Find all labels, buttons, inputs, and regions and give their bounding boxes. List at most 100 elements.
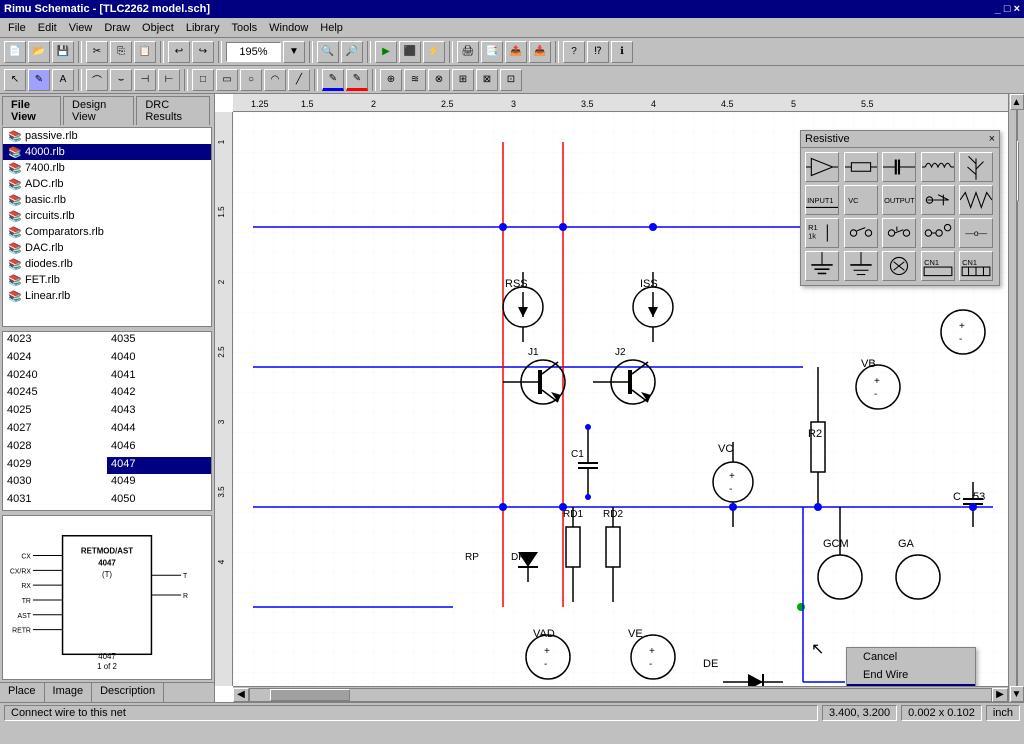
close-btn[interactable]: × <box>1014 3 1020 15</box>
menu-library[interactable]: Library <box>180 18 226 37</box>
menu-window[interactable]: Window <box>263 18 314 37</box>
tree-adc[interactable]: 📚 ADC.rlb <box>3 176 211 192</box>
scroll-up-btn[interactable]: ▲ <box>1010 94 1024 110</box>
rect-btn[interactable]: □ <box>192 69 214 91</box>
paste-btn[interactable]: 📋 <box>134 41 156 63</box>
res-gnd1[interactable] <box>805 251 839 281</box>
scroll-down-btn[interactable]: ▼ <box>1010 686 1024 702</box>
menu-help[interactable]: Help <box>314 18 349 37</box>
tree-basic[interactable]: 📚 basic.rlb <box>3 192 211 208</box>
resistive-close[interactable]: × <box>989 133 995 145</box>
res-sw4[interactable]: —o— <box>959 218 993 248</box>
part-4040[interactable]: 4040 <box>107 350 211 368</box>
part-4027[interactable]: 4027 <box>3 421 107 439</box>
ctx-connect-wire[interactable]: Connect Wire To ▶ <box>847 684 975 686</box>
schematic-canvas[interactable]: 1.25 1.5 2 2.5 3 3.5 4 4.5 5 5.5 1 1.5 2… <box>215 94 1008 702</box>
part-4031[interactable]: 4031 <box>3 492 107 510</box>
part-4041[interactable]: 4041 <box>107 368 211 386</box>
zoom-in-btn[interactable]: 🔍 <box>317 41 339 63</box>
tree-circuits[interactable]: 📚 circuits.rlb <box>3 208 211 224</box>
text-btn[interactable]: A <box>52 69 74 91</box>
tree-fet[interactable]: 📚 FET.rlb <box>3 272 211 288</box>
print2-btn[interactable]: 📑 <box>481 41 503 63</box>
tab-description[interactable]: Description <box>92 683 164 702</box>
h-scrollbar[interactable]: ◀ ▶ <box>233 686 1008 702</box>
res-input1[interactable]: INPUT1 <box>805 185 839 215</box>
part-4029[interactable]: 4029 <box>3 457 107 475</box>
part-4042[interactable]: 4042 <box>107 385 211 403</box>
sim-btn[interactable]: ⚡ <box>423 41 445 63</box>
part-4024[interactable]: 4024 <box>3 350 107 368</box>
select-btn[interactable]: ↖ <box>4 69 26 91</box>
res-cap-horiz[interactable] <box>882 152 916 182</box>
part-4023[interactable]: 4023 <box>3 332 107 350</box>
open-btn[interactable]: 📂 <box>28 41 50 63</box>
help3-btn[interactable]: ℹ <box>611 41 633 63</box>
help1-btn[interactable]: ? <box>563 41 585 63</box>
zoom-display[interactable]: 195% <box>226 42 281 62</box>
res-zigzag[interactable] <box>959 185 993 215</box>
line-btn[interactable]: ╱ <box>288 69 310 91</box>
tab-file-view[interactable]: File View <box>2 96 61 126</box>
part-4043[interactable]: 4043 <box>107 403 211 421</box>
res-bulb[interactable] <box>882 251 916 281</box>
import-btn[interactable]: 📥 <box>529 41 551 63</box>
roundrect-btn[interactable]: ▭ <box>216 69 238 91</box>
res-vc[interactable]: VC <box>844 185 878 215</box>
menu-view[interactable]: View <box>63 18 99 37</box>
res-inductor[interactable] <box>921 152 955 182</box>
tab-drc-results[interactable]: DRC Results <box>136 96 210 125</box>
tree-diodes[interactable]: 📚 diodes.rlb <box>3 256 211 272</box>
res-sw2[interactable] <box>882 218 916 248</box>
tab-image[interactable]: Image <box>45 683 93 702</box>
menu-edit[interactable]: Edit <box>32 18 63 37</box>
tree-comparators[interactable]: 📚 Comparators.rlb <box>3 224 211 240</box>
net-btn[interactable]: ⊢ <box>158 69 180 91</box>
new-btn[interactable]: 📄 <box>4 41 26 63</box>
maximize-btn[interactable]: □ <box>1004 3 1011 15</box>
scroll-left-btn[interactable]: ◀ <box>233 688 249 702</box>
res-gnd2[interactable] <box>844 251 878 281</box>
pin-btn[interactable]: ⊣ <box>134 69 156 91</box>
zoom-dropdown[interactable]: ▼ <box>283 41 305 63</box>
menu-object[interactable]: Object <box>136 18 180 37</box>
zoom-out-btn[interactable]: 🔎 <box>341 41 363 63</box>
res-sw1[interactable] <box>844 218 878 248</box>
print-btn[interactable]: 🖨 <box>457 41 479 63</box>
tree-linear[interactable]: 📚 Linear.rlb <box>3 288 211 304</box>
save-btn[interactable]: 💾 <box>52 41 74 63</box>
ellipse-btn[interactable]: ○ <box>240 69 262 91</box>
help2-btn[interactable]: ⁉ <box>587 41 609 63</box>
edit-mode-btn[interactable]: ✎ <box>28 69 50 91</box>
res-cn1-a[interactable]: CN1 <box>921 251 955 281</box>
copy-btn[interactable]: ⎘ <box>110 41 132 63</box>
part-4030[interactable]: 4030 <box>3 474 107 492</box>
part-4049[interactable]: 4049 <box>107 474 211 492</box>
redo-btn[interactable]: ↪ <box>192 41 214 63</box>
part-4050[interactable]: 4050 <box>107 492 211 510</box>
wire-btn[interactable]: ⌒ <box>86 69 108 91</box>
res-xswitch[interactable] <box>921 185 955 215</box>
res-sw3[interactable] <box>921 218 955 248</box>
undo-btn[interactable]: ↩ <box>168 41 190 63</box>
bus-btn[interactable]: ⌣ <box>110 69 132 91</box>
cut-btn[interactable]: ✂ <box>86 41 108 63</box>
export-btn[interactable]: 📤 <box>505 41 527 63</box>
res-cn1-b[interactable]: CN1 <box>959 251 993 281</box>
part-4044[interactable]: 4044 <box>107 421 211 439</box>
tree-7400[interactable]: 📚 7400.rlb <box>3 160 211 176</box>
color1-btn[interactable]: ✎ <box>322 69 344 91</box>
res-r1[interactable]: R1 1k <box>805 218 839 248</box>
part-4046[interactable]: 4046 <box>107 439 211 457</box>
part-4035[interactable]: 4035 <box>107 332 211 350</box>
v-scrollbar[interactable]: ▲ ▼ <box>1008 94 1024 702</box>
sym4-btn[interactable]: ⊞ <box>452 69 474 91</box>
part-4025[interactable]: 4025 <box>3 403 107 421</box>
sym1-btn[interactable]: ⊕ <box>380 69 402 91</box>
tab-place[interactable]: Place <box>0 683 45 702</box>
res-resistor[interactable] <box>844 152 878 182</box>
ctx-end-wire[interactable]: End Wire <box>847 666 975 684</box>
arc-btn[interactable]: ◠ <box>264 69 286 91</box>
stop-btn[interactable]: ⬛ <box>399 41 421 63</box>
menu-tools[interactable]: Tools <box>225 18 263 37</box>
